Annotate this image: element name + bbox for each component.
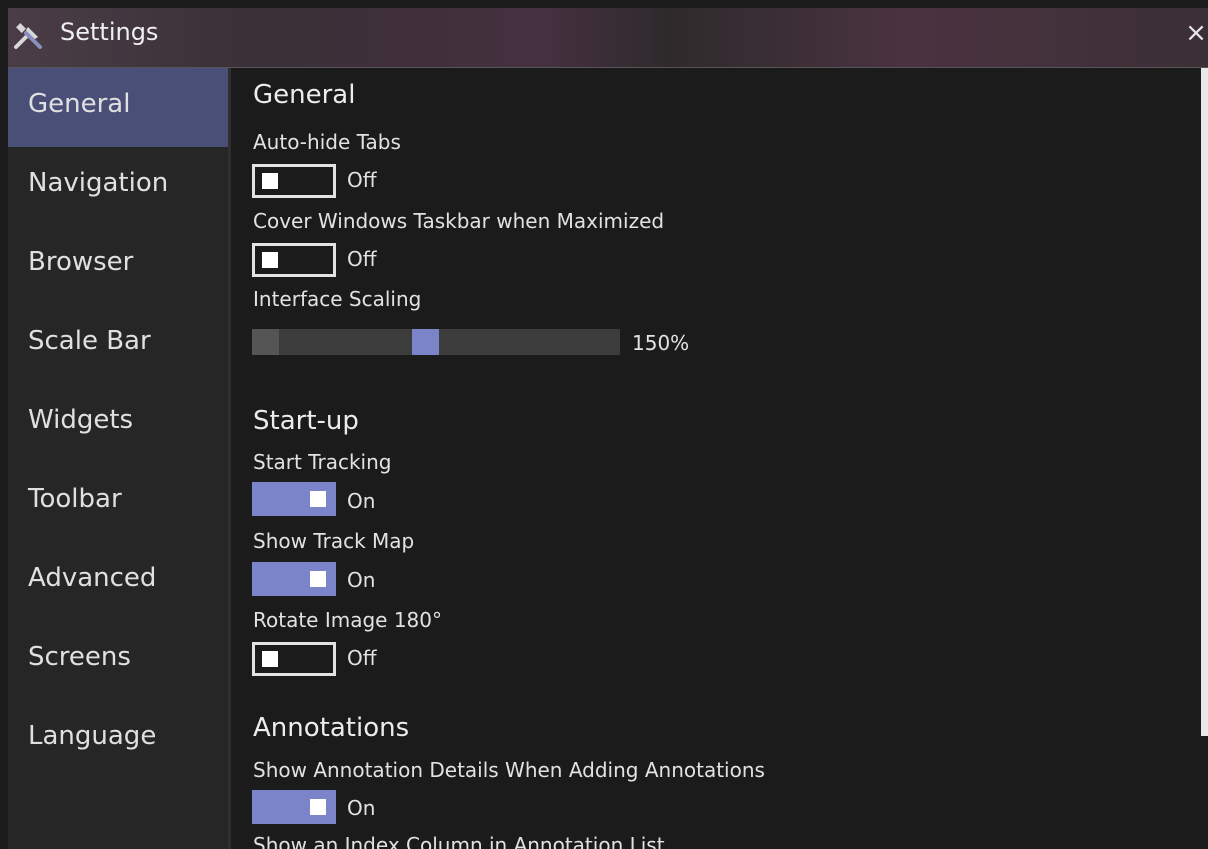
- sidebar-item-toolbar[interactable]: Toolbar: [8, 463, 228, 542]
- toggle-knob: [310, 799, 326, 815]
- title-bar: Settings ×: [8, 8, 1208, 68]
- interface-scaling-slider[interactable]: [252, 329, 620, 355]
- auto-hide-tabs-state: Off: [347, 168, 377, 192]
- show-annotation-details-toggle[interactable]: [252, 790, 336, 824]
- show-track-map-toggle[interactable]: [252, 562, 336, 596]
- sidebar-item-widgets[interactable]: Widgets: [8, 384, 228, 463]
- sidebar-item-language[interactable]: Language: [8, 700, 228, 779]
- show-annotation-details-label: Show Annotation Details When Adding Anno…: [253, 758, 765, 782]
- show-track-map-state: On: [347, 568, 376, 592]
- tools-icon: [14, 23, 42, 49]
- rotate-image-label: Rotate Image 180°: [253, 608, 443, 632]
- sidebar-item-scale-bar[interactable]: Scale Bar: [8, 305, 228, 384]
- settings-content: General Auto-hide Tabs Off Cover Windows…: [231, 68, 1201, 849]
- close-button[interactable]: ×: [1182, 20, 1208, 48]
- section-heading-annotations: Annotations: [253, 713, 410, 743]
- settings-sidebar: General Navigation Browser Scale Bar Wid…: [8, 68, 228, 849]
- interface-scaling-label: Interface Scaling: [253, 287, 422, 311]
- toggle-knob: [310, 571, 326, 587]
- toggle-knob: [262, 252, 278, 268]
- toggle-knob: [262, 651, 278, 667]
- slider-handle[interactable]: [412, 329, 439, 355]
- rotate-image-state: Off: [347, 646, 377, 670]
- cover-taskbar-label: Cover Windows Taskbar when Maximized: [253, 209, 665, 233]
- start-tracking-toggle[interactable]: [252, 482, 336, 516]
- settings-window: Settings × General Navigation Browser Sc…: [0, 0, 1208, 849]
- start-tracking-state: On: [347, 489, 376, 513]
- sidebar-item-browser[interactable]: Browser: [8, 226, 228, 305]
- cover-taskbar-toggle[interactable]: [252, 243, 336, 277]
- rotate-image-toggle[interactable]: [252, 642, 336, 676]
- section-heading-startup: Start-up: [253, 406, 359, 436]
- show-annotation-details-state: On: [347, 796, 376, 820]
- show-track-map-label: Show Track Map: [253, 529, 415, 553]
- sidebar-item-screens[interactable]: Screens: [8, 621, 228, 700]
- sidebar-item-advanced[interactable]: Advanced: [8, 542, 228, 621]
- sidebar-item-navigation[interactable]: Navigation: [8, 147, 228, 226]
- toggle-knob: [262, 173, 278, 189]
- section-heading-general: General: [253, 80, 356, 110]
- slider-track-start: [252, 329, 279, 355]
- cover-taskbar-state: Off: [347, 247, 377, 271]
- start-tracking-label: Start Tracking: [253, 450, 392, 474]
- auto-hide-tabs-toggle[interactable]: [252, 164, 336, 198]
- window-title: Settings: [60, 18, 159, 46]
- interface-scaling-value: 150%: [632, 331, 690, 355]
- auto-hide-tabs-label: Auto-hide Tabs: [253, 130, 401, 154]
- content-scrollbar[interactable]: [1201, 68, 1208, 736]
- toggle-knob: [310, 491, 326, 507]
- sidebar-item-general[interactable]: General: [8, 68, 228, 147]
- index-column-label: Show an Index Column in Annotation List: [253, 833, 665, 849]
